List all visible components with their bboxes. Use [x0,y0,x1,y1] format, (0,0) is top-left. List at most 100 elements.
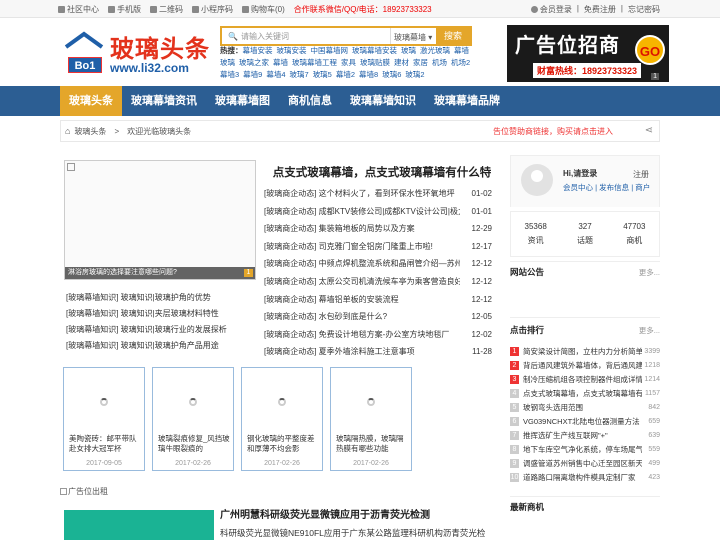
rank-box: 点击排行 更多... 1 简安梁设计简图，立柱内力分析简单 3399 2 背后通风建筑外幕… [510,317,660,484]
hot-search-link[interactable]: 玻璃幕墙工程 [292,58,337,67]
focus-slide-number[interactable]: 1 [244,269,253,277]
search-icon: 🔍 [228,31,238,41]
hot-search-link[interactable]: 幕墙2 [336,70,355,79]
news-row[interactable]: [玻璃商企动态] 司克雅门窗全铝房门隆重上市啦! 12-17 [264,238,492,256]
hot-search-link[interactable]: 玻璃5 [313,70,332,79]
article-title[interactable]: 广州明慧科研级荧光显微镜应用于沥青荧光检测 [220,506,430,521]
image-card[interactable]: 美陶瓷砖：邮平带队赴女排大冠军杯 2017-09-05 [63,367,145,471]
rank-item[interactable]: 7 推挥选矿生产线互联网"+" 639 [510,428,660,442]
miniprogram-link[interactable]: 小程序码 [192,4,233,15]
user-panel: Hi,请登录 注册 会员中心 | 发布信息 | 商户 [510,155,660,207]
site-stats: 35368 资讯 327 话题 47703 商机 [510,211,660,257]
nav-home[interactable]: 玻璃头条 [60,86,122,116]
hot-search-link[interactable]: 幕墙4 [266,70,285,79]
hot-search-link[interactable]: 建材 [394,58,409,67]
hot-search-link[interactable]: 幕墙8 [359,70,378,79]
nav-business[interactable]: 商机信息 [279,86,341,116]
hot-search-link[interactable]: 激光玻璃 [420,46,450,55]
mobile-link[interactable]: 手机版 [108,4,141,15]
hot-search-link[interactable]: 玻璃 [401,46,416,55]
loading-icon [278,398,286,406]
headline[interactable]: 点支式玻璃幕墙，点支式玻璃幕墙有什么特 [272,164,492,180]
hot-search-link[interactable]: 中国幕墙网 [311,46,349,55]
stat-topics[interactable]: 327 话题 [560,212,609,256]
ad-close-button[interactable]: 1 [651,73,659,80]
share-icon[interactable]: ⋖ [645,125,653,136]
login-link[interactable]: 会员登录 [530,4,572,15]
site-logo[interactable]: Bo1 玻璃头条 www.li32.com [60,27,210,79]
cart-link[interactable]: 购物车(0) [242,4,285,15]
rank-item[interactable]: 1 简安梁设计简图，立柱内力分析简单 3399 [510,344,660,358]
rank-item[interactable]: 2 背后通风建筑外幕墙体，背后通风建 1218 [510,358,660,372]
news-row[interactable]: [玻璃商企动态] 成都KTV装修公司|成都KTV设计公司|极力 01-01 [264,203,492,221]
ad-rental[interactable]: 广告位出租 [60,486,108,497]
rank-item[interactable]: 6 VG039NCHXT北陆电位器测量方法 659 [510,414,660,428]
rank-title: 地下车库空气净化系统，停车场尾气 [523,444,642,454]
hot-search-link[interactable]: 机场 [432,58,447,67]
search-input[interactable]: 🔍 请输入关键词 [222,28,390,44]
news-row[interactable]: [玻璃商企动态] 这个材料火了，看到环保水性环氧地坪 01-02 [264,185,492,203]
rank-item[interactable]: 9 调盛管道苏州销售中心迁至园区新天 499 [510,456,660,470]
nav-news[interactable]: 玻璃幕墙资讯 [122,86,206,116]
user-links[interactable]: 会员中心 | 发布信息 | 商户 [563,182,650,193]
hot-search-link[interactable]: 幕墙3 [220,70,239,79]
news-row[interactable]: [玻璃商企动态] 集装箱地板的局势以及方案 12-29 [264,220,492,238]
sponsor-notice[interactable]: 告位赞助商链接，购买请点击进入 [493,126,613,137]
rank-item[interactable]: 5 玻钢弯头选用范围 842 [510,400,660,414]
news-row[interactable]: [玻璃商企动态] 太原公交司机清洗候车亭为乘客营造良好 12-12 [264,273,492,291]
hot-search-link[interactable]: 家具 [341,58,356,67]
news-row[interactable]: [玻璃商企动态] 夏季外墙涂料施工注意事项 11-28 [264,343,492,361]
hot-search-link[interactable]: 玻璃6 [382,70,401,79]
stat-news[interactable]: 35368 资讯 [511,212,560,256]
rank-item[interactable]: 8 地下车库空气净化系统，停车场尾气 559 [510,442,660,456]
breadcrumb-home[interactable]: 玻璃头条 [74,126,106,137]
hot-search-link[interactable]: 玻璃幕墙安装 [352,46,397,55]
stat-business[interactable]: 47703 商机 [610,212,659,256]
list-item[interactable]: [玻璃幕墙知识] 玻璃知识|玻璃护角产品用途 [66,338,256,354]
hot-search-link[interactable]: 幕墙9 [243,70,262,79]
news-row[interactable]: [玻璃商企动态] 水包砂到底是什么? 12-05 [264,308,492,326]
loading-icon [367,398,375,406]
news-row[interactable]: [玻璃商企动态] 中频点焊机整流系统和晶闸管介绍—苏州 12-12 [264,255,492,273]
hot-search-link[interactable]: 玻璃贴膜 [360,58,390,67]
forgot-password-link[interactable]: 忘记密码 [628,4,660,15]
hot-search-link[interactable]: 玻璃安装 [277,46,307,55]
image-card[interactable]: 玻璃隔热膜，玻璃隔热膜有哪些功能 2017-02-26 [330,367,412,471]
nav-images[interactable]: 玻璃幕墙图 [206,86,279,116]
list-item[interactable]: [玻璃幕墙知识] 玻璃知识|夹层玻璃材料特性 [66,306,256,322]
register-link[interactable]: 免费注册 [584,4,616,15]
article-image[interactable] [64,510,214,540]
news-row[interactable]: [玻璃商企动态] 幕墙铝单板的安装流程 12-12 [264,291,492,309]
hot-search-link[interactable]: 家居 [413,58,428,67]
register-link[interactable]: 注册 [633,169,649,180]
site-notice-more[interactable]: 更多... [639,267,660,278]
news-title: [玻璃商企动态] 夏季外墙涂料施工注意事项 [264,347,415,357]
rank-more[interactable]: 更多... [639,325,660,336]
rank-count: 659 [648,417,660,425]
rank-item[interactable]: 3 制冷压缩机组各项控制器件组成详情 1214 [510,372,660,386]
hot-search-link[interactable]: 幕墙安装 [243,46,273,55]
hot-search-link[interactable]: 玻璃7 [290,70,309,79]
hot-search-link[interactable]: 玻璃2 [405,70,424,79]
focus-image[interactable]: 淋浴房玻璃的选择要注意哪些问题? 1 [64,160,256,280]
image-card[interactable]: 玻璃裂痕修复_风挡玻璃牛眼裂痕的 2017-02-26 [152,367,234,471]
community-link[interactable]: 社区中心 [58,4,99,15]
image-card[interactable]: 钢化玻璃的平整度差和厚薄不均会影 2017-02-26 [241,367,323,471]
news-row[interactable]: [玻璃商企动态] 免费设计地毯方案-办公室方块地毯厂 12-02 [264,326,492,344]
list-item[interactable]: [玻璃幕墙知识] 玻璃知识|玻璃护角的优势 [66,290,256,306]
hot-search-link[interactable]: 幕墙 [273,58,288,67]
nav-brands[interactable]: 玻璃幕墙品牌 [425,86,509,116]
hot-search-link[interactable]: 机场2 [451,58,470,67]
search-button[interactable]: 搜索 [436,28,470,44]
rank-item[interactable]: 4 点支式玻璃幕墙，点支式玻璃幕墙有 1157 [510,386,660,400]
list-item[interactable]: [玻璃幕墙知识] 玻璃知识|玻璃行业的发展探析 [66,322,256,338]
hot-search-link[interactable]: 玻璃之家 [239,58,269,67]
avatar [521,164,553,196]
login-prompt[interactable]: Hi,请登录 [563,168,597,179]
broken-image-icon [60,488,67,495]
rank-item[interactable]: 10 道路路口隔离墩构件模具定制厂家 423 [510,470,660,484]
top-ad-banner[interactable]: 广告位招商 GO 财富热线：18923733323 1 [507,25,669,82]
nav-knowledge[interactable]: 玻璃幕墙知识 [341,86,425,116]
qrcode-link[interactable]: 二维码 [150,4,183,15]
search-category-select[interactable]: 玻璃幕墙 ▾ [390,28,436,44]
